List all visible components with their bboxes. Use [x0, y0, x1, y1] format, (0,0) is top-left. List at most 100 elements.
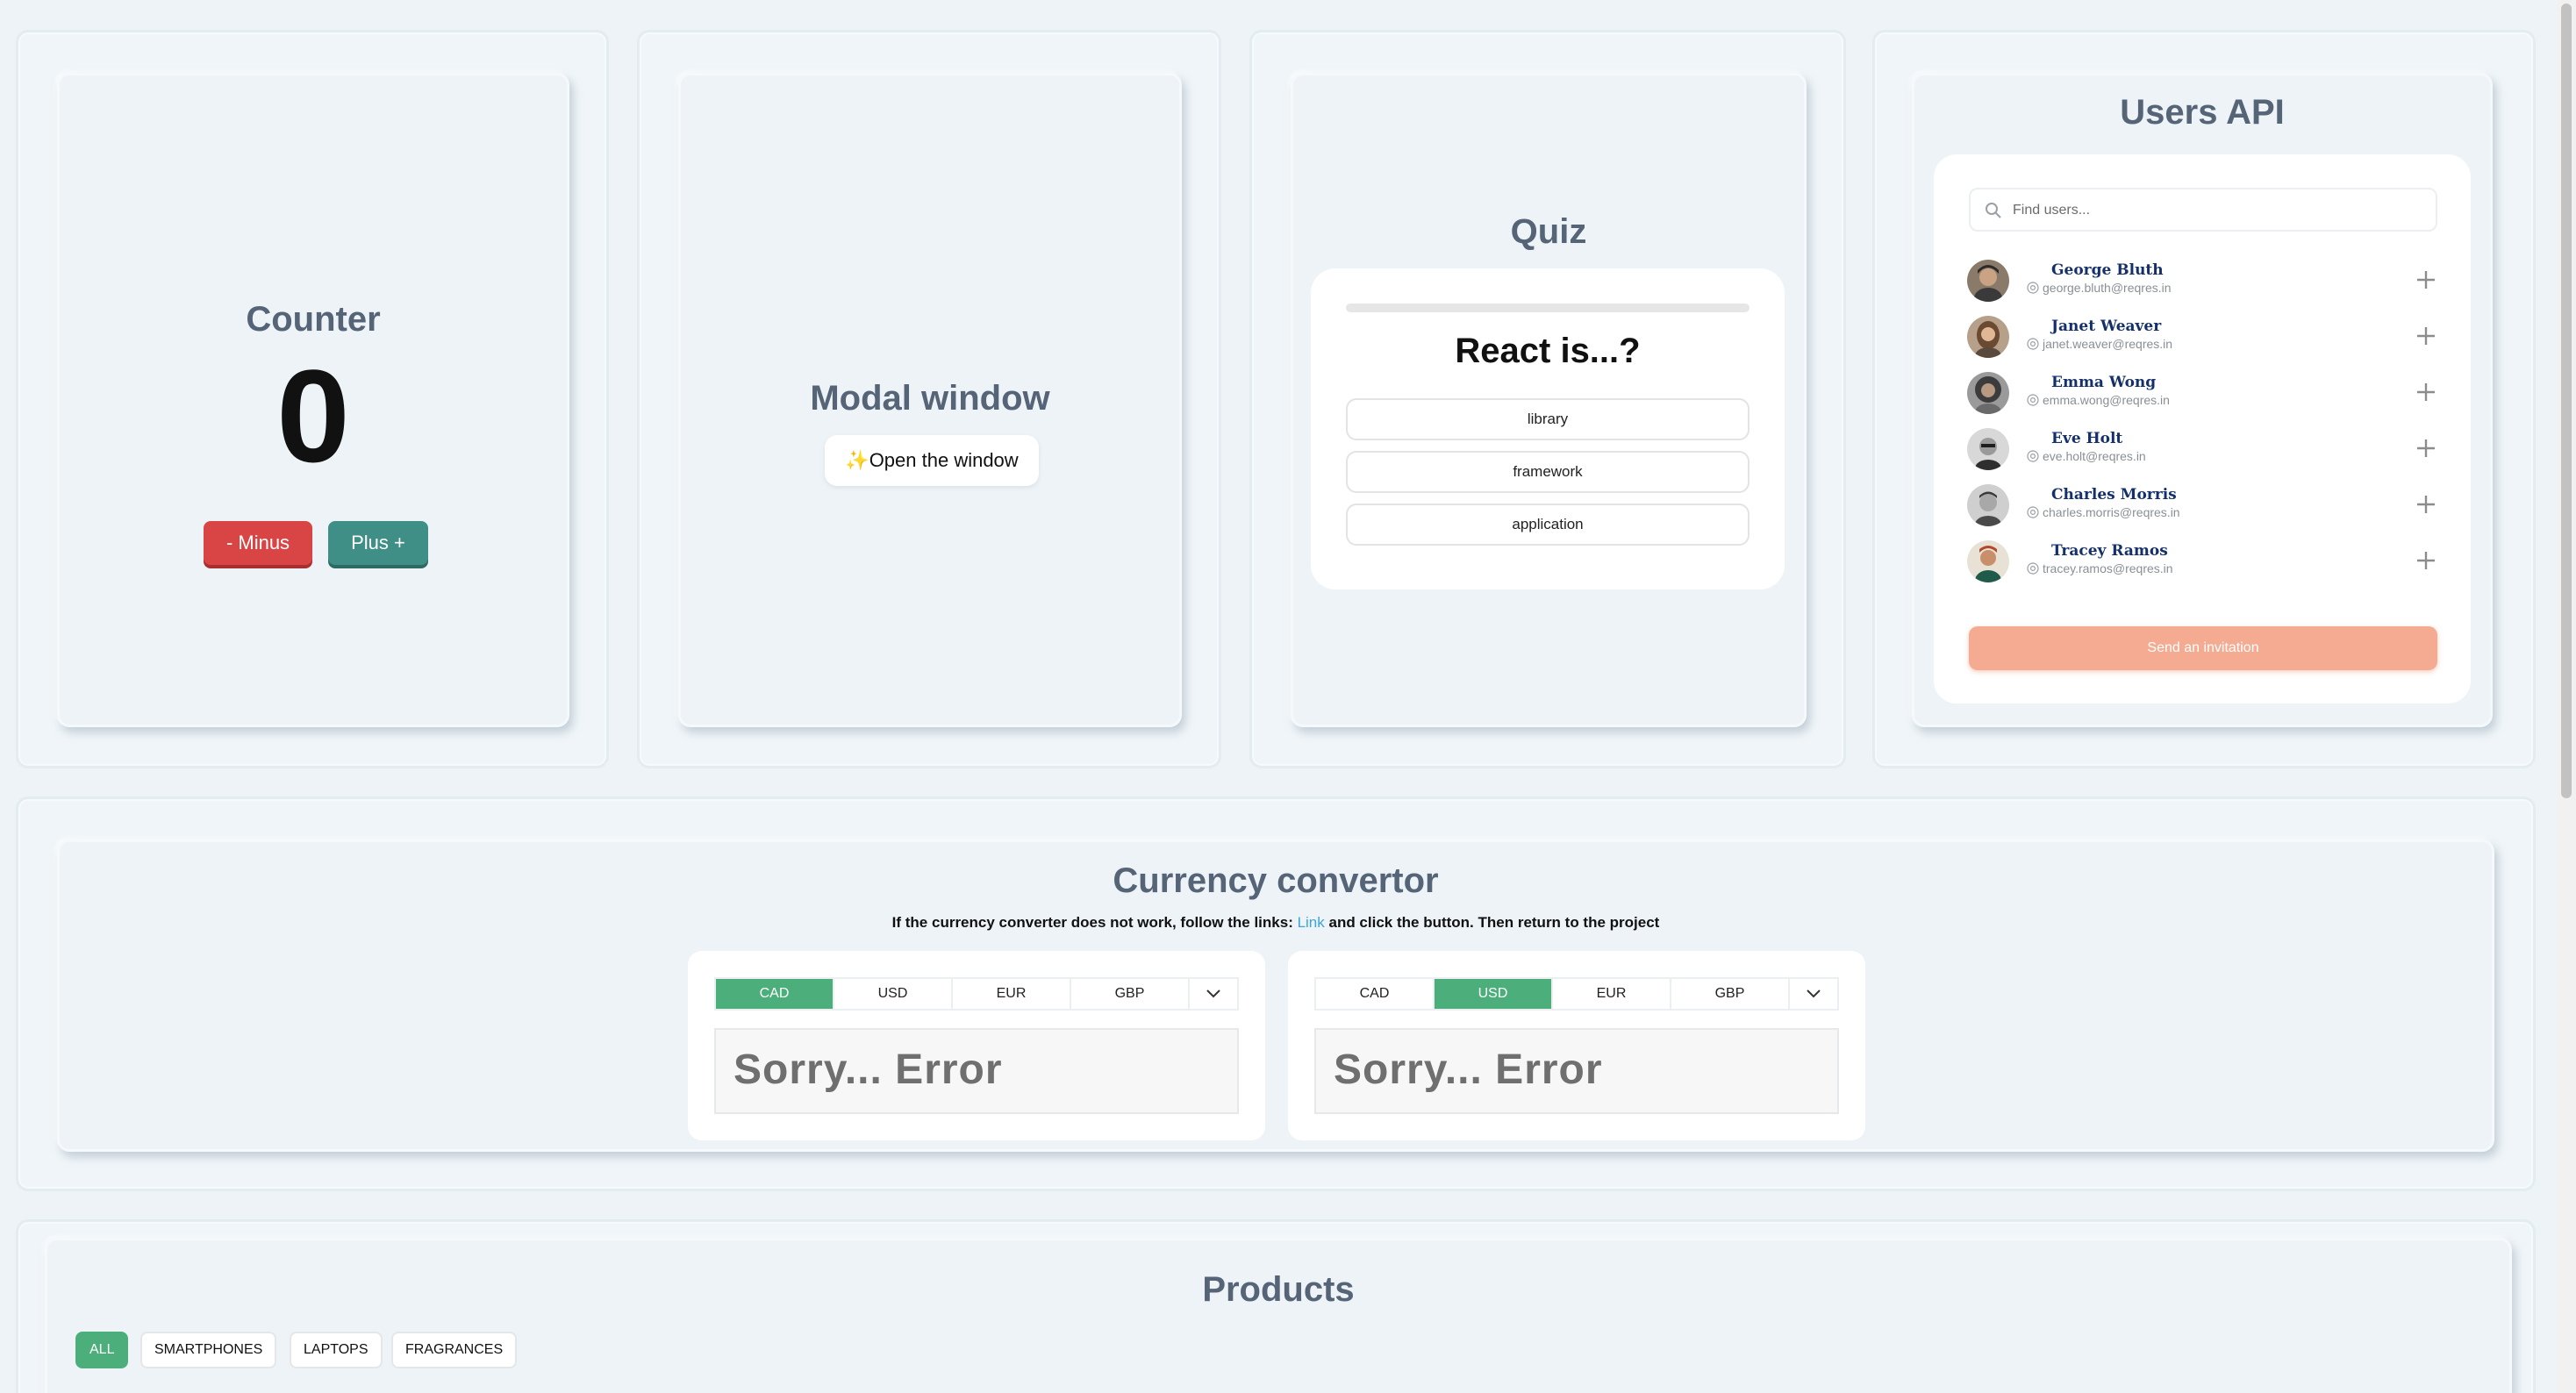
note-text: If the currency converter does not work,… — [891, 914, 1298, 931]
user-email-text: tracey.ramos@reqres.in — [2043, 561, 2173, 575]
counter-panel: Counter 0 - Minus Plus + — [16, 30, 609, 768]
at-icon — [2027, 338, 2039, 350]
currency-dropdown[interactable] — [1790, 979, 1837, 1009]
avatar — [1967, 484, 2009, 526]
currency-tab-cad[interactable]: CAD — [716, 979, 834, 1009]
quiz-outer-card: Quiz React is...? library framework appl… — [1291, 73, 1807, 727]
products-card: Products — [45, 1238, 2512, 1393]
at-icon — [2027, 506, 2039, 518]
quiz-option[interactable]: framework — [1346, 451, 1750, 493]
search-input[interactable] — [2013, 200, 2425, 221]
modal-title: Modal window — [810, 379, 1050, 418]
modal-card: Modal window ✨Open the window — [678, 73, 1182, 727]
currency-tab-gbp[interactable]: GBP — [1071, 979, 1190, 1009]
search-icon — [1986, 203, 2001, 218]
currency-tabs: CAD USD EUR GBP — [714, 977, 1239, 1011]
user-email-text: eve.holt@reqres.in — [2043, 449, 2146, 463]
user-row: George Bluth george.bluth@reqres.in — [1967, 254, 2437, 307]
currency-card: Currency convertor If the currency conve… — [57, 839, 2494, 1152]
currency-tabs: CAD USD EUR GBP — [1314, 977, 1839, 1011]
category-smartphones-button[interactable]: SMARTPHONES — [140, 1332, 277, 1368]
add-user-icon[interactable] — [2415, 325, 2437, 347]
users-outer-card: Users API George Bluth george.bluth@reqr… — [1912, 73, 2493, 727]
currency-panel: Currency convertor If the currency conve… — [16, 797, 2536, 1191]
minus-button[interactable]: - Minus — [204, 521, 312, 565]
counter-card: Counter 0 - Minus Plus + — [57, 73, 569, 727]
user-name: Charles Morris — [2051, 486, 2177, 504]
quiz-panel: Quiz React is...? library framework appl… — [1249, 30, 1846, 768]
counter-title: Counter — [246, 300, 381, 339]
category-all-button[interactable]: ALL — [75, 1332, 129, 1368]
user-email: tracey.ramos@reqres.in — [2027, 561, 2173, 575]
users-title: Users API — [2120, 93, 2285, 132]
avatar — [1967, 540, 2009, 582]
user-email: janet.weaver@reqres.in — [2027, 337, 2172, 351]
at-icon — [2027, 282, 2039, 294]
avatar — [1967, 316, 2009, 358]
user-name: Janet Weaver — [2051, 318, 2162, 335]
currency-note: If the currency converter does not work,… — [60, 914, 2492, 932]
currency-to-block: CAD USD EUR GBP Sorry... Error — [1288, 951, 1865, 1140]
currency-tab-eur[interactable]: EUR — [953, 979, 1071, 1009]
add-user-icon[interactable] — [2415, 268, 2437, 291]
add-user-icon[interactable] — [2415, 381, 2437, 404]
search-box — [1969, 188, 2437, 232]
user-name: Eve Holt — [2051, 430, 2123, 447]
avatar — [1967, 428, 2009, 470]
scrollbar-thumb[interactable] — [2561, 4, 2572, 798]
user-email: eve.holt@reqres.in — [2027, 449, 2146, 463]
currency-tab-eur[interactable]: EUR — [1553, 979, 1671, 1009]
currency-tab-gbp[interactable]: GBP — [1671, 979, 1790, 1009]
quiz-question: React is...? — [1455, 332, 1641, 370]
user-name: George Bluth — [2051, 261, 2164, 279]
avatar — [1967, 372, 2009, 414]
users-card: George Bluth george.bluth@reqres.in Jane… — [1934, 154, 2471, 704]
at-icon — [2027, 394, 2039, 406]
counter-value: 0 — [276, 342, 350, 489]
add-user-icon[interactable] — [2415, 493, 2437, 516]
user-name: Emma Wong — [2051, 374, 2157, 391]
at-icon — [2027, 450, 2039, 462]
page-scrollbar[interactable] — [2557, 0, 2576, 1393]
plus-button[interactable]: Plus + — [328, 521, 428, 565]
quiz-card: React is...? library framework applicati… — [1311, 268, 1785, 589]
quiz-option[interactable]: application — [1346, 504, 1750, 546]
add-user-icon[interactable] — [2415, 549, 2437, 572]
currency-from-value[interactable]: Sorry... Error — [714, 1028, 1239, 1114]
avatar — [1967, 260, 2009, 302]
modal-panel: Modal window ✨Open the window — [637, 30, 1221, 768]
user-row: Emma Wong emma.wong@reqres.in — [1967, 367, 2437, 419]
chevron-down-icon — [1206, 989, 1220, 998]
user-email-text: emma.wong@reqres.in — [2043, 393, 2170, 407]
user-name: Tracey Ramos — [2051, 542, 2168, 560]
user-row: Tracey Ramos tracey.ramos@reqres.in — [1967, 535, 2437, 588]
quiz-option[interactable]: library — [1346, 398, 1750, 440]
currency-to-value[interactable]: Sorry... Error — [1314, 1028, 1839, 1114]
currency-title: Currency convertor — [1113, 861, 1439, 900]
user-email: george.bluth@reqres.in — [2027, 281, 2172, 295]
send-invitation-button[interactable]: Send an invitation — [1969, 626, 2437, 670]
quiz-progress-bar — [1346, 304, 1750, 312]
users-panel: Users API George Bluth george.bluth@reqr… — [1872, 30, 2536, 768]
note-link[interactable]: Link — [1298, 914, 1325, 931]
user-email-text: charles.morris@reqres.in — [2043, 505, 2180, 519]
user-email: emma.wong@reqres.in — [2027, 393, 2170, 407]
open-window-button[interactable]: ✨Open the window — [825, 435, 1039, 486]
at-icon — [2027, 562, 2039, 575]
user-email-text: janet.weaver@reqres.in — [2043, 337, 2173, 351]
quiz-title: Quiz — [1510, 212, 1587, 251]
products-title: Products — [1202, 1270, 1355, 1309]
user-row: Janet Weaver janet.weaver@reqres.in — [1967, 311, 2437, 363]
currency-tab-usd[interactable]: USD — [834, 979, 953, 1009]
category-laptops-button[interactable]: LAPTOPS — [290, 1332, 383, 1368]
currency-tab-usd[interactable]: USD — [1435, 979, 1553, 1009]
add-user-icon[interactable] — [2415, 437, 2437, 460]
currency-from-block: CAD USD EUR GBP Sorry... Error — [688, 951, 1265, 1140]
currency-dropdown[interactable] — [1190, 979, 1237, 1009]
user-email: charles.morris@reqres.in — [2027, 505, 2180, 519]
user-email-text: george.bluth@reqres.in — [2043, 281, 2172, 295]
currency-tab-cad[interactable]: CAD — [1316, 979, 1435, 1009]
note-text-after: and click the button. Then return to the… — [1324, 914, 1660, 931]
user-row: Charles Morris charles.morris@reqres.in — [1967, 479, 2437, 532]
category-fragrances-button[interactable]: FRAGRANCES — [391, 1332, 518, 1368]
